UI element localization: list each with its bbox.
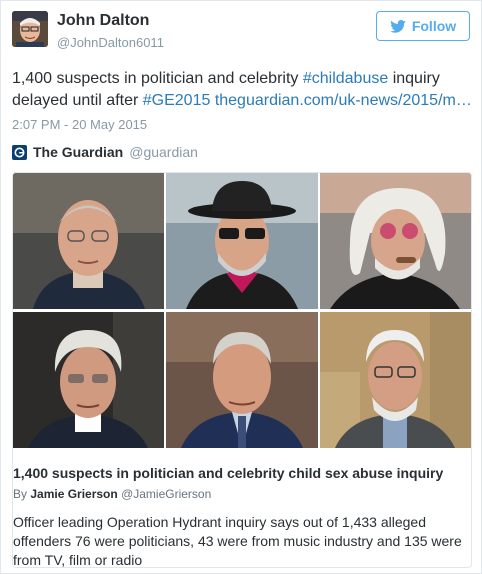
tweet-text-part: 1,400 suspects in politician and celebri… [12, 70, 303, 87]
tweet-text: 1,400 suspects in politician and celebri… [12, 68, 472, 112]
card-byline: By Jamie Grierson @JamieGrierson [13, 487, 211, 501]
photo-3 [320, 173, 471, 309]
card-description: Officer leading Operation Hydrant inquir… [13, 514, 462, 568]
byline-prefix: By [13, 487, 31, 501]
photo-5 [166, 312, 318, 448]
article-link[interactable]: theguardian.com/uk-news/2015/m… [215, 92, 472, 109]
card-title[interactable]: 1,400 suspects in politician and celebri… [13, 465, 471, 481]
byline-author[interactable]: Jamie Grierson [30, 487, 117, 501]
article-card[interactable]: 1,400 suspects in politician and celebri… [12, 172, 472, 568]
follow-button[interactable]: Follow [376, 11, 470, 41]
avatar[interactable] [12, 11, 48, 47]
photo-4 [13, 312, 164, 448]
byline-handle[interactable]: @JamieGrierson [121, 487, 211, 501]
card-source[interactable]: The Guardian @guardian [12, 144, 198, 160]
card-source-name[interactable]: The Guardian [33, 144, 123, 160]
hashtag-ge2015[interactable]: #GE2015 [143, 92, 211, 109]
follow-button-label: Follow [411, 18, 457, 34]
tweet-card: John Dalton @JohnDalton6011 Follow 1,400… [0, 0, 482, 574]
photo-2 [166, 173, 318, 309]
tweet-timestamp[interactable]: 2:07 PM - 20 May 2015 [12, 117, 147, 132]
hashtag-childabuse[interactable]: #childabuse [303, 70, 388, 87]
photo-6 [320, 312, 471, 448]
author-handle[interactable]: @JohnDalton6011 [57, 35, 164, 50]
guardian-logo-icon [12, 144, 27, 160]
card-source-handle[interactable]: @guardian [129, 144, 198, 160]
photo-grid[interactable] [13, 173, 471, 451]
twitter-bird-icon [390, 19, 406, 33]
author-name[interactable]: John Dalton [57, 12, 149, 30]
photo-1 [13, 173, 164, 309]
